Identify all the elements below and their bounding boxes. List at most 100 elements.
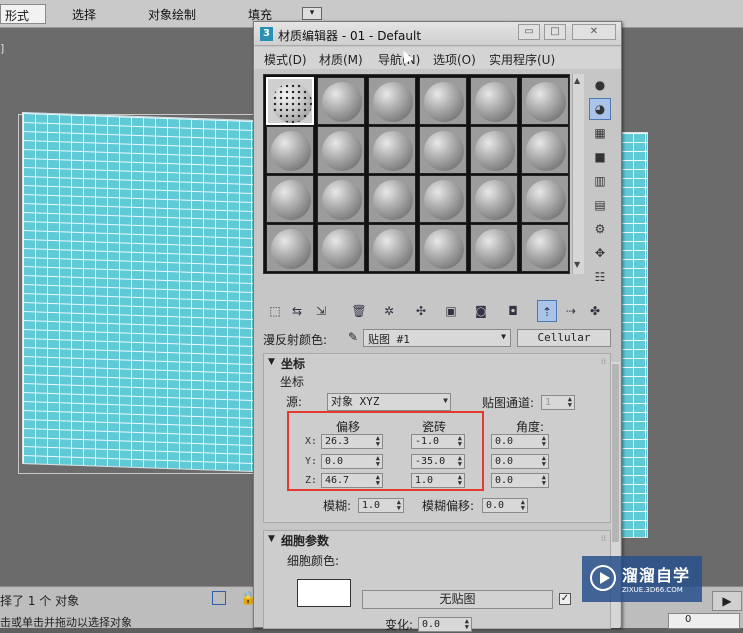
close-button[interactable]: ✕ — [572, 24, 616, 40]
sample-slot[interactable] — [470, 224, 518, 272]
viewport-label[interactable]: ] — [0, 42, 4, 55]
coordinates-rollout-header[interactable]: ▼ 坐标 ⁞⁞ — [264, 354, 610, 372]
sample-slot[interactable] — [521, 126, 569, 174]
isolate-selection-icon[interactable] — [212, 591, 226, 605]
ribbon-tab-shape[interactable]: 形式 — [0, 4, 46, 24]
blur-field[interactable]: 1.0 ▲ ▼ — [358, 498, 404, 513]
make-preview-icon[interactable]: ▤ — [589, 194, 611, 216]
spinner-icon[interactable]: ▲ ▼ — [521, 499, 525, 512]
make-unique-icon[interactable]: ✲ — [379, 300, 399, 322]
sample-slot[interactable] — [470, 77, 518, 125]
assign-material-icon[interactable]: ⇲ — [311, 300, 331, 322]
spinner-icon[interactable]: ▲ ▼ — [465, 618, 469, 631]
grip-icon: ⁞⁞ — [600, 357, 606, 366]
sample-slot[interactable] — [317, 224, 365, 272]
scroll-up-icon[interactable]: ▲ — [574, 76, 580, 85]
angle-z-field[interactable]: 0.0 ▲ ▼ — [491, 473, 549, 488]
sample-slot[interactable] — [266, 126, 314, 174]
map-channel-field[interactable]: 1 ▲ ▼ — [541, 395, 575, 410]
map-name-select[interactable]: 贴图 #1 ▼ — [363, 329, 511, 347]
spinner-icon[interactable]: ▲ ▼ — [568, 396, 572, 409]
variation-field[interactable]: 0.0 ▲ ▼ — [418, 617, 472, 632]
material-map-navigator-icon[interactable]: ☷ — [589, 266, 611, 288]
diffuse-map-row: 漫反射颜色: ✎ 贴图 #1 ▼ Cellular — [263, 328, 615, 348]
angle-y-field[interactable]: 0.0 ▲ ▼ — [491, 454, 549, 469]
menu-material[interactable]: 材质(M) — [319, 51, 363, 68]
video-color-check-icon[interactable]: ▥ — [589, 170, 611, 192]
menu-options[interactable]: 选项(O) — [433, 51, 476, 68]
angle-x-field[interactable]: 0.0 ▲ ▼ — [491, 434, 549, 449]
ribbon-tab-select[interactable]: 选择 — [72, 6, 96, 23]
spinner-icon[interactable]: ▲ ▼ — [542, 474, 546, 487]
minimize-button[interactable]: ▭ — [518, 24, 540, 40]
backlight-icon[interactable]: ◕ — [589, 98, 611, 120]
spinner-icon[interactable]: ▲ ▼ — [542, 455, 546, 468]
put-material-icon[interactable]: ⇆ — [287, 300, 307, 322]
cell-color-swatch[interactable] — [297, 579, 351, 607]
sample-slot[interactable] — [368, 224, 416, 272]
map-name-value: 贴图 #1 — [368, 333, 410, 346]
sample-slot[interactable] — [368, 126, 416, 174]
scroll-down-icon[interactable]: ▼ — [574, 260, 580, 269]
no-map-button[interactable]: 无贴图 — [362, 590, 553, 609]
sample-slot[interactable] — [368, 175, 416, 223]
go-to-parent-icon[interactable]: ⇡ — [537, 300, 557, 322]
sample-slot[interactable] — [419, 224, 467, 272]
show-shaded-icon[interactable]: ◙ — [471, 300, 491, 322]
options-icon[interactable]: ⚙ — [589, 218, 611, 240]
eyedropper-icon[interactable]: ✎ — [348, 330, 358, 344]
collapse-icon: ▼ — [268, 534, 275, 544]
material-sphere — [526, 229, 566, 269]
sample-slot[interactable] — [368, 77, 416, 125]
sample-slot[interactable] — [419, 77, 467, 125]
material-sphere — [475, 229, 515, 269]
source-select[interactable]: 对象 XYZ ▼ — [327, 393, 451, 411]
sample-slot[interactable] — [521, 224, 569, 272]
select-by-material-icon[interactable]: ✥ — [589, 242, 611, 264]
ribbon-dropdown-icon[interactable]: ▾ — [302, 7, 322, 20]
material-id-icon[interactable]: ▣ — [441, 300, 461, 322]
slots-scrollbar[interactable]: ▲ ▼ — [572, 74, 584, 274]
go-forward-sibling-icon[interactable]: ⇢ — [561, 300, 581, 322]
sample-slot[interactable] — [266, 224, 314, 272]
angle-column-label: 角度: — [516, 420, 545, 434]
maximize-button[interactable]: □ — [544, 24, 566, 40]
sample-slot[interactable] — [317, 175, 365, 223]
pick-material-icon[interactable]: ✤ — [585, 300, 605, 322]
get-material-icon[interactable]: ⬚ — [265, 300, 285, 322]
tiled-plane-object-right[interactable] — [620, 132, 648, 538]
sample-uv-tiling-icon[interactable]: ■ — [589, 146, 611, 168]
sample-slot[interactable] — [470, 175, 518, 223]
sample-type-icon[interactable]: ● — [589, 74, 611, 96]
sample-slot[interactable] — [419, 175, 467, 223]
map-enable-checkbox[interactable]: ✓ — [559, 593, 571, 605]
title-bar[interactable]: 3 材质编辑器 - 01 - Default ▭ □ ✕ — [254, 22, 621, 46]
sample-slot[interactable] — [317, 126, 365, 174]
sample-slot[interactable] — [266, 175, 314, 223]
spinner-icon[interactable]: ▲ ▼ — [397, 499, 401, 512]
angle-y-value: 0.0 — [495, 456, 514, 467]
put-to-library-icon[interactable]: ✣ — [411, 300, 431, 322]
sample-slot[interactable] — [521, 77, 569, 125]
ribbon-tab-object-paint[interactable]: 对象绘制 — [148, 6, 196, 23]
blur-offset-field[interactable]: 0.0 ▲ ▼ — [482, 498, 528, 513]
menu-mode[interactable]: 模式(D) — [264, 51, 307, 68]
sample-slot[interactable] — [317, 77, 365, 125]
material-sphere — [424, 229, 464, 269]
show-end-result-icon[interactable]: ◘ — [503, 300, 523, 322]
frame-field[interactable]: 0 — [668, 613, 740, 629]
spinner-icon[interactable]: ▲ ▼ — [542, 435, 546, 448]
play-button[interactable]: ▶ — [712, 591, 742, 611]
cellular-params-rollout-header[interactable]: ▼ 细胞参数 ⁞⁞ — [264, 531, 610, 549]
sample-slot[interactable] — [419, 126, 467, 174]
sample-slot[interactable] — [521, 175, 569, 223]
material-sphere — [526, 82, 566, 122]
reset-map-icon[interactable]: 🗑 — [349, 300, 369, 322]
background-checker-icon[interactable]: ▦ — [589, 122, 611, 144]
sample-slot[interactable] — [470, 126, 518, 174]
sample-slot[interactable] — [266, 77, 314, 125]
menu-utilities[interactable]: 实用程序(U) — [489, 51, 555, 68]
tiled-plane-object[interactable] — [22, 111, 254, 473]
scrollbar-thumb[interactable] — [612, 364, 619, 542]
map-type-button[interactable]: Cellular — [517, 329, 611, 347]
